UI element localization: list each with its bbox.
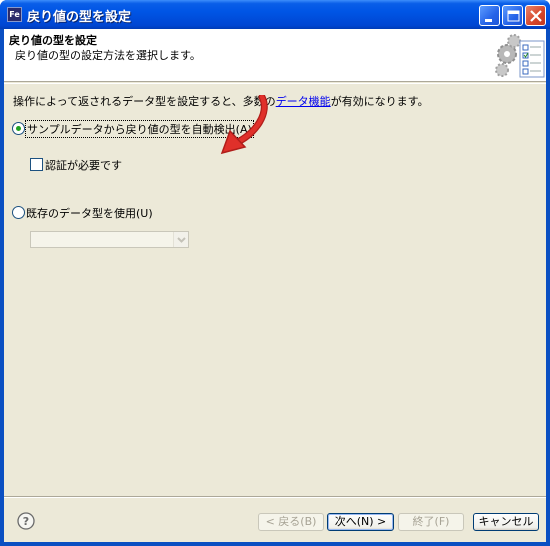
minimize-button[interactable]	[479, 5, 500, 26]
data-features-link[interactable]: データ機能	[276, 95, 331, 108]
radio-selected-dot	[16, 126, 21, 131]
svg-text:?: ?	[23, 515, 29, 528]
annotation-arrow-icon	[220, 95, 268, 155]
info-suffix: が有効になります。	[330, 95, 429, 108]
existing-type-radio[interactable]	[12, 206, 25, 219]
combo-dropdown-button[interactable]	[173, 232, 188, 247]
dialog-client: 戻り値の型を設定 戻り値の型の設定方法を選択します。 操作によって返されるデータ…	[4, 29, 546, 542]
footer-separator-highlight	[4, 497, 546, 498]
back-button[interactable]: < 戻る(B)	[258, 513, 324, 531]
existing-type-label[interactable]: 既存のデータ型を使用(U)	[26, 205, 153, 221]
maximize-icon	[507, 10, 520, 22]
page-description: 戻り値の型の設定方法を選択します。	[15, 49, 201, 62]
close-button[interactable]	[525, 5, 546, 26]
wizard-gears-icon	[495, 34, 545, 78]
maximize-button[interactable]	[502, 5, 523, 26]
chevron-down-icon	[177, 237, 186, 243]
window-title: 戻り値の型を設定	[27, 10, 132, 25]
wizard-header: 戻り値の型を設定 戻り値の型の設定方法を選択します。	[4, 29, 546, 82]
page-title: 戻り値の型を設定	[9, 34, 97, 47]
auto-detect-radio[interactable]	[12, 122, 25, 135]
auth-required-checkbox[interactable]	[30, 158, 43, 171]
finish-button[interactable]: 終了(F)	[398, 513, 464, 531]
dialog-window: Fe 戻り値の型を設定 戻り値の型を設定 戻り値の型の設定方法を選択します。 操…	[0, 0, 550, 546]
app-icon: Fe	[7, 7, 22, 22]
existing-type-select[interactable]	[30, 231, 189, 248]
cancel-button[interactable]: キャンセル	[473, 513, 539, 531]
auth-required-label[interactable]: 認証が必要です	[45, 157, 122, 173]
wizard-content: 操作によって返されるデータ型を設定すると、多数のデータ機能が有効になります。 サ…	[4, 84, 546, 494]
help-icon[interactable]: ?	[17, 512, 35, 530]
minimize-icon	[485, 19, 492, 22]
close-icon	[530, 10, 542, 22]
next-button[interactable]: 次へ(N) >	[327, 513, 394, 531]
title-bar[interactable]: Fe 戻り値の型を設定	[0, 0, 550, 29]
